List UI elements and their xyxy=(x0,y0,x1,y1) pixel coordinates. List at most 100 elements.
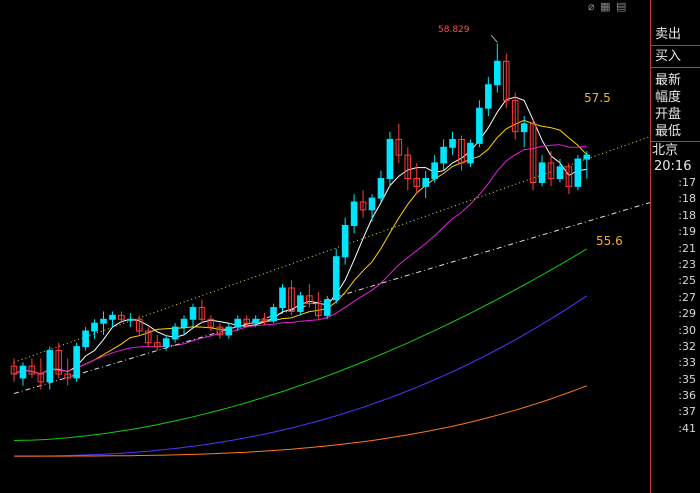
ma20-line xyxy=(13,144,587,375)
time-tick: :32 xyxy=(678,339,696,353)
candle xyxy=(144,327,152,347)
high-marker-arrow xyxy=(490,34,498,43)
candle-body xyxy=(332,256,340,301)
candle-body xyxy=(467,142,474,164)
candle xyxy=(332,248,340,304)
candle-body xyxy=(422,178,429,187)
candle xyxy=(395,123,403,163)
candle xyxy=(422,170,429,199)
candle-body xyxy=(270,307,277,322)
candle-body xyxy=(180,318,188,328)
candle xyxy=(511,92,519,140)
side-spacer xyxy=(651,0,700,24)
candle xyxy=(10,358,18,382)
candle xyxy=(225,323,233,339)
time-tick: :19 xyxy=(678,225,696,239)
trendline xyxy=(13,202,650,395)
candle xyxy=(270,303,277,324)
candle xyxy=(494,43,501,93)
time-tick: :18 xyxy=(678,192,696,206)
candle xyxy=(359,190,367,218)
candlestick-chart[interactable] xyxy=(0,0,650,493)
candle xyxy=(502,53,510,109)
field-low: 最低 xyxy=(655,124,682,139)
time-tick: :27 xyxy=(678,290,696,304)
candle xyxy=(171,323,179,343)
candle xyxy=(64,358,72,386)
sell-button[interactable]: 卖出 xyxy=(651,24,700,46)
candle xyxy=(198,299,206,324)
candle xyxy=(55,342,63,378)
candle-body xyxy=(431,162,438,180)
time-tick-list: :17:18:18:19:21:23:25:27:29:30:32:33:35:… xyxy=(651,175,700,437)
field-latest: 最新 xyxy=(655,73,682,88)
ma250-line xyxy=(14,385,587,457)
candle xyxy=(467,139,474,167)
candle-body xyxy=(377,178,385,199)
candle-body xyxy=(100,318,107,324)
time-tick: :21 xyxy=(678,241,696,255)
time-tick: :23 xyxy=(678,257,696,271)
candle-body xyxy=(91,322,98,332)
candle xyxy=(180,315,188,335)
buy-button[interactable]: 买入 xyxy=(651,46,700,68)
time-tick: :35 xyxy=(678,372,696,386)
candle xyxy=(73,342,80,382)
candle xyxy=(431,155,438,183)
candle xyxy=(153,334,161,351)
candle-body xyxy=(386,138,394,180)
candle xyxy=(279,284,286,312)
candle-body xyxy=(485,84,492,109)
candle-body xyxy=(73,346,80,379)
candle xyxy=(440,139,447,171)
candle-body xyxy=(297,295,304,312)
time-tick: :36 xyxy=(678,389,696,403)
candle-body xyxy=(234,318,242,328)
candle xyxy=(449,131,456,156)
candle xyxy=(136,315,143,335)
candle xyxy=(297,291,304,316)
time-tick: :30 xyxy=(678,323,696,337)
candle xyxy=(529,119,537,191)
candle-body xyxy=(440,146,447,164)
candle xyxy=(19,362,27,386)
candle xyxy=(404,147,412,191)
candle xyxy=(109,311,116,328)
candle-body xyxy=(109,314,116,320)
candle-body xyxy=(127,318,134,321)
candle-body xyxy=(476,107,483,144)
time-tick: :41 xyxy=(678,421,696,435)
candle-body xyxy=(252,318,259,324)
time-tick: :29 xyxy=(678,307,696,321)
candle xyxy=(565,162,573,195)
candle-body xyxy=(538,162,546,183)
high-price-label: 58.829 xyxy=(438,25,470,35)
candle xyxy=(46,346,54,390)
candle-body xyxy=(279,287,286,309)
candle xyxy=(37,358,45,390)
candle xyxy=(28,358,36,378)
candle xyxy=(261,313,268,326)
candle xyxy=(547,151,555,187)
candle xyxy=(306,284,313,308)
candle-body xyxy=(225,326,233,336)
candle xyxy=(583,151,591,179)
candle xyxy=(341,217,349,265)
time-label: 20:16 xyxy=(654,159,692,174)
field-range: 幅度 xyxy=(655,90,682,105)
candle-body xyxy=(520,123,528,133)
candle-body xyxy=(323,299,331,316)
candle-body xyxy=(368,197,376,211)
city-label: 北京 xyxy=(651,141,700,159)
time-tick: :33 xyxy=(678,356,696,370)
candle-body xyxy=(583,154,591,160)
candle xyxy=(189,303,197,328)
candle xyxy=(458,135,465,171)
field-open: 开盘 xyxy=(655,107,682,122)
candle-body xyxy=(19,365,27,379)
time-tick: :37 xyxy=(678,405,696,419)
price-label-lower: 55.6 xyxy=(596,234,623,248)
candle-body xyxy=(82,330,89,348)
candle xyxy=(574,155,582,191)
candle-body xyxy=(574,158,582,187)
